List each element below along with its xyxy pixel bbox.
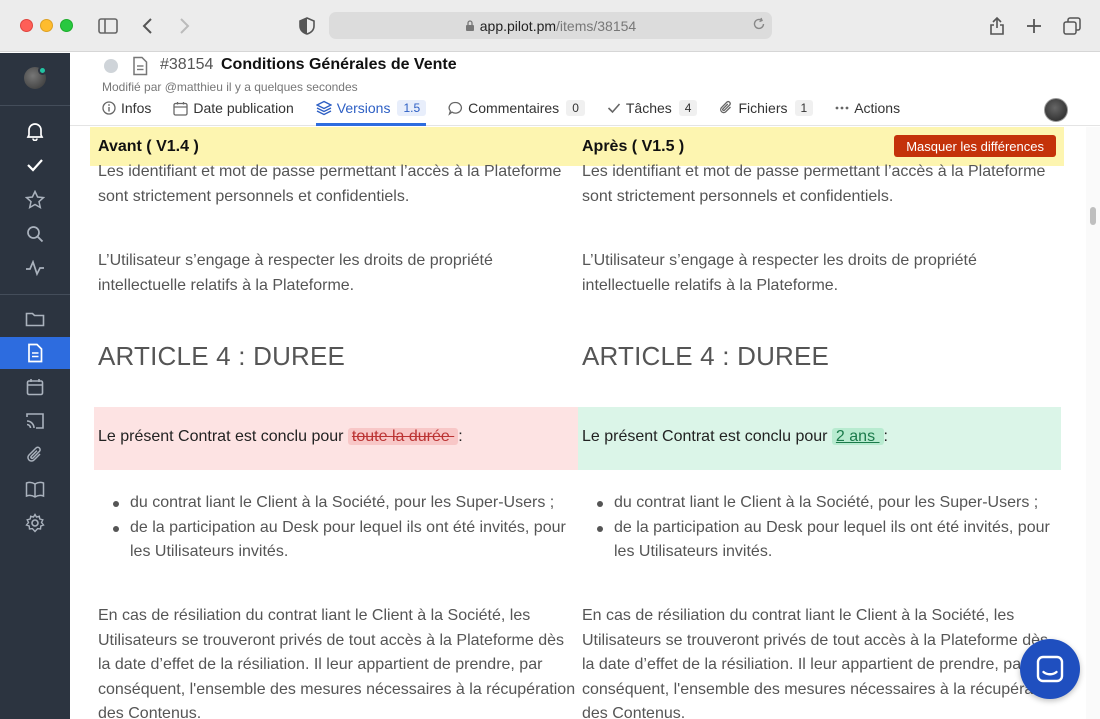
online-status-dot <box>38 66 47 75</box>
before-version-title: Avant ( V1.4 ) <box>98 138 199 155</box>
item-id: #38154 <box>160 56 214 73</box>
status-indicator[interactable] <box>104 59 118 73</box>
close-window-button[interactable] <box>20 19 33 32</box>
folder-icon[interactable] <box>0 303 70 335</box>
diff-line-before: Le présent Contrat est conclu pour toute… <box>98 428 463 446</box>
version-diff-view: Avant ( V1.4 ) Après ( V1.5 ) Masquer le… <box>70 127 1086 719</box>
tab-count-badge: 0 <box>566 100 585 116</box>
document-icon <box>132 56 148 81</box>
tab-date-publication[interactable]: Date publication <box>173 98 294 118</box>
diff-line-after: Le présent Contrat est conclu pour 2 ans… <box>582 428 888 446</box>
check-icon <box>607 102 621 114</box>
zoom-window-button[interactable] <box>60 19 73 32</box>
back-icon[interactable] <box>136 14 160 38</box>
reload-icon[interactable] <box>752 17 766 34</box>
article-heading: ARTICLE 4 : DUREE <box>582 341 830 371</box>
cast-icon[interactable] <box>0 405 70 437</box>
notifications-bell-icon[interactable] <box>0 115 70 147</box>
share-icon[interactable] <box>985 14 1009 38</box>
page-title[interactable]: Conditions Générales de Vente <box>221 56 457 74</box>
tab-label: Date publication <box>193 100 294 116</box>
support-chat-button[interactable] <box>1020 639 1080 699</box>
paragraph-termination: En cas de résiliation du contrat liant l… <box>98 607 576 719</box>
tab-versions[interactable]: Versions 1.5 <box>315 98 427 126</box>
settings-gear-icon[interactable] <box>0 507 70 539</box>
diff-prefix: Le présent Contrat est conclu pour <box>582 428 832 445</box>
app-sidebar <box>0 53 70 719</box>
calendar-icon[interactable] <box>0 371 70 403</box>
after-version-title: Après ( V1.5 ) <box>582 138 685 155</box>
inserted-text: 2 ans <box>831 428 884 445</box>
chat-icon <box>1036 655 1064 683</box>
url-path: /items/38154 <box>556 17 637 34</box>
paragraph-credentials: Les identifiant et mot de passe permetta… <box>582 163 1046 205</box>
list-item: du contrat liant le Client à la Société,… <box>582 491 1062 516</box>
sidebar-divider <box>0 294 70 295</box>
address-bar[interactable]: app.pilot.pm/items/38154 <box>329 12 772 39</box>
attachment-paperclip-icon[interactable] <box>0 439 70 471</box>
paragraph-ip-rights: L’Utilisateur s’engage à respecter les d… <box>98 252 493 294</box>
documents-icon[interactable] <box>0 337 70 369</box>
activity-pulse-icon[interactable] <box>0 252 70 284</box>
hide-differences-button[interactable]: Masquer les différences <box>894 135 1056 157</box>
scrollbar-thumb[interactable] <box>1090 207 1096 225</box>
tab-commentaires[interactable]: Commentaires 0 <box>448 98 585 118</box>
article-heading: ARTICLE 4 : DUREE <box>98 341 346 371</box>
diff-suffix: : <box>883 428 888 445</box>
minimize-window-button[interactable] <box>40 19 53 32</box>
diff-prefix: Le présent Contrat est conclu pour <box>98 428 348 445</box>
bullet-list: du contrat liant le Client à la Société,… <box>582 491 1062 565</box>
tab-count-badge: 1.5 <box>397 100 427 116</box>
tab-count-badge: 1 <box>794 100 814 116</box>
tab-label: Actions <box>854 100 901 116</box>
url-host: app.pilot.pm <box>479 17 557 34</box>
new-tab-icon[interactable] <box>1022 14 1046 38</box>
search-icon[interactable] <box>0 218 70 250</box>
tab-label: Versions <box>336 100 391 116</box>
info-icon <box>102 101 116 115</box>
comment-icon <box>448 101 463 116</box>
tab-label: Infos <box>121 100 152 116</box>
layers-icon <box>315 100 332 116</box>
tab-label: Fichiers <box>738 100 788 116</box>
favorites-star-icon[interactable] <box>0 184 70 216</box>
tab-label: Commentaires <box>468 100 560 116</box>
list-item: de la participation au Desk pour lequel … <box>98 516 578 565</box>
added-diff-row: Le présent Contrat est conclu pour 2 ans… <box>578 407 1061 470</box>
item-tabs: Infos Date publication Versions 1.5 Comm… <box>102 98 922 126</box>
more-dots-icon <box>835 106 849 110</box>
browser-toolbar: app.pilot.pm/items/38154 <box>0 0 1100 52</box>
tab-label: Tâches <box>625 100 672 116</box>
sidebar-divider <box>0 105 70 106</box>
tab-infos[interactable]: Infos <box>102 98 151 118</box>
removed-diff-row: Le présent Contrat est conclu pour toute… <box>94 407 578 470</box>
paragraph-ip-rights: L’Utilisateur s’engage à respecter les d… <box>582 252 977 294</box>
paragraph-credentials: Les identifiant et mot de passe permetta… <box>98 163 562 205</box>
deleted-text: toute la durée <box>347 428 459 445</box>
lock-icon <box>465 19 474 31</box>
diff-suffix: : <box>458 428 463 445</box>
tab-actions[interactable]: Actions <box>835 98 900 118</box>
tasks-check-icon[interactable] <box>0 149 70 181</box>
forward-icon[interactable] <box>172 14 196 38</box>
tab-count-badge: 4 <box>678 100 698 116</box>
user-avatar[interactable] <box>1044 98 1068 122</box>
sidebar-toggle-icon[interactable] <box>96 14 120 38</box>
privacy-shield-icon[interactable] <box>295 14 319 38</box>
item-header: #38154 Conditions Générales de Vente Mod… <box>70 53 1100 126</box>
modified-info: Modifié par @matthieu il y a quelques se… <box>102 80 358 94</box>
paperclip-icon <box>719 100 733 116</box>
tab-taches[interactable]: Tâches 4 <box>607 98 698 118</box>
list-item: de la participation au Desk pour lequel … <box>582 516 1062 565</box>
tab-fichiers[interactable]: Fichiers 1 <box>719 98 814 118</box>
vertical-scrollbar[interactable] <box>1086 127 1100 719</box>
calendar-icon <box>173 101 189 116</box>
tab-overview-icon[interactable] <box>1060 14 1084 38</box>
bullet-list: du contrat liant le Client à la Société,… <box>98 491 578 565</box>
book-icon[interactable] <box>0 473 70 505</box>
paragraph-termination: En cas de résiliation du contrat liant l… <box>582 607 1060 719</box>
list-item: du contrat liant le Client à la Société,… <box>98 491 578 516</box>
